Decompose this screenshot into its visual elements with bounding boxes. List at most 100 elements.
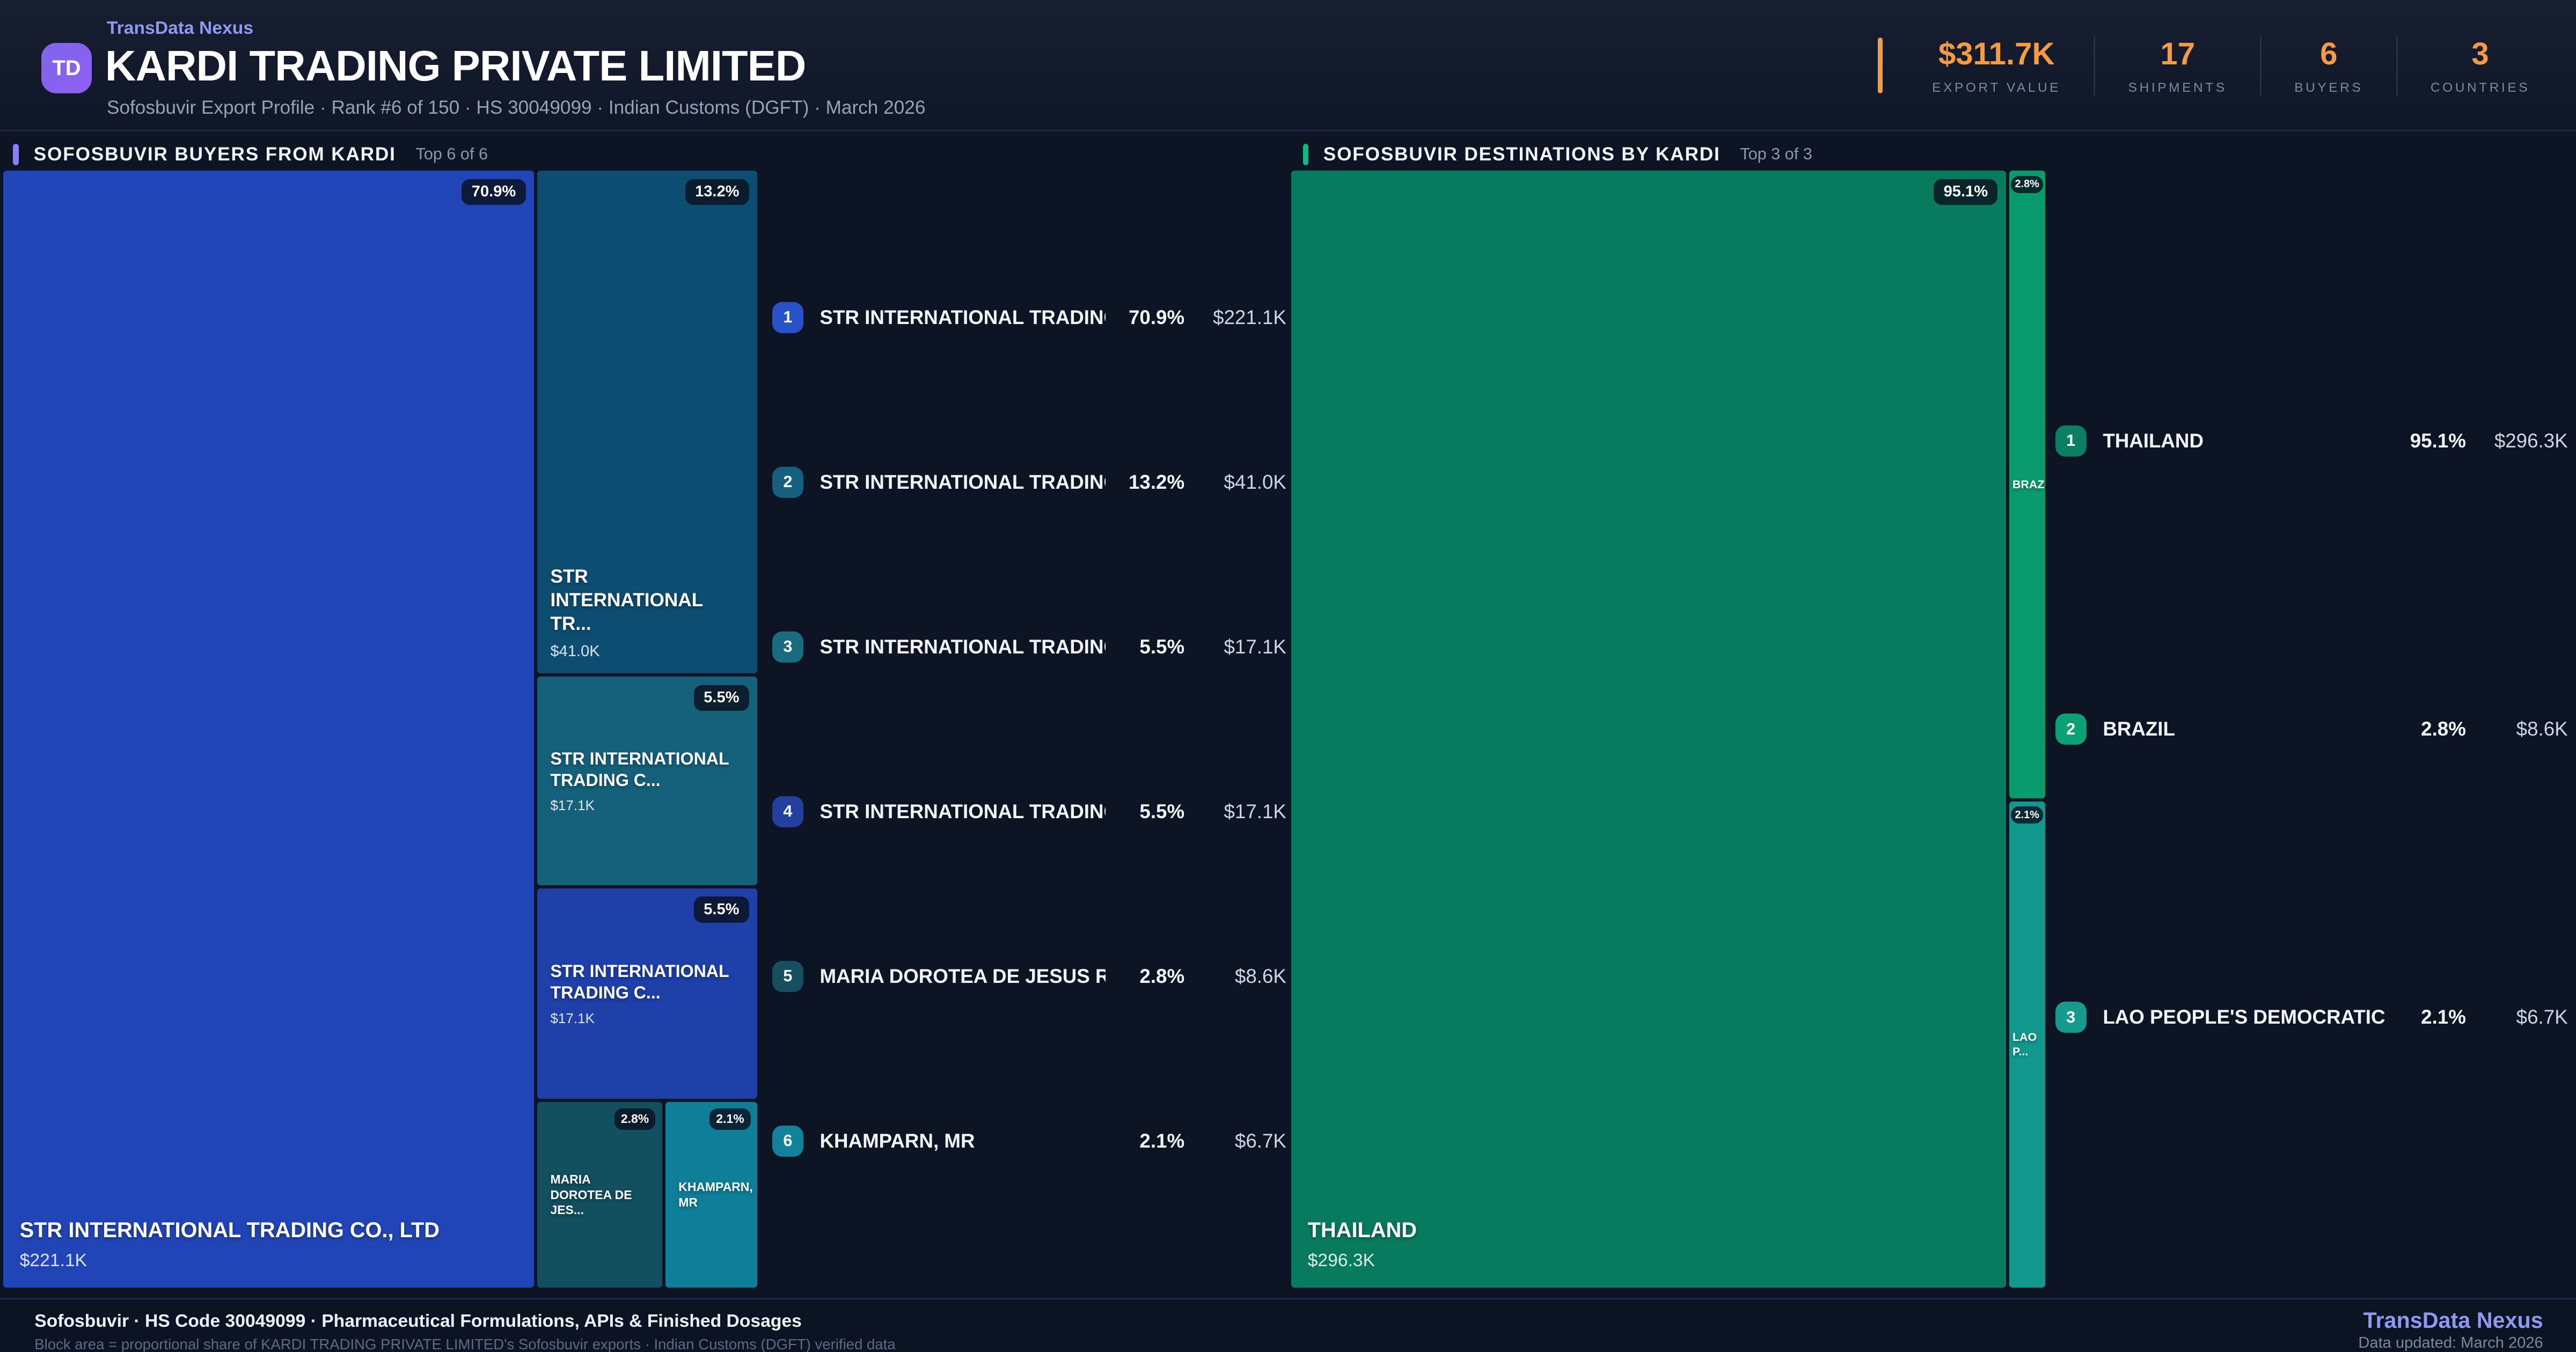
list-item[interactable]: 1 STR INTERNATIONAL TRADING ... 70.9% $2… [772, 299, 1286, 335]
footer-updated: Data updated: March 2026 [2358, 1334, 2543, 1351]
kpi-buyers: 6 BUYERS [2259, 36, 2396, 95]
list-name: STR INTERNATIONAL TRADING ... [819, 800, 1106, 822]
kpi-value: $311.7K [1938, 36, 2055, 72]
list-percent: 2.8% [1139, 965, 1185, 987]
percent-badge: 5.5% [693, 685, 749, 711]
kpi-countries: 3 COUNTRIES [2396, 36, 2563, 95]
list-value: $8.6K [2516, 718, 2568, 740]
list-item[interactable]: 4 STR INTERNATIONAL TRADING ... 5.5% $17… [772, 793, 1286, 829]
panel-accent-bar [1302, 143, 1309, 165]
list-item[interactable]: 6 KHAMPARN, MR 2.1% $6.7K [772, 1123, 1286, 1159]
list-name: LAO PEOPLE'S DEMOCRATIC REPUBLIC [2103, 1006, 2387, 1028]
destinations-treemap: 95.1% THAILAND $296.3K 2.8% BRAZIL 2.1% … [1291, 171, 2046, 1288]
buyers-treemap: 70.9% STR INTERNATIONAL TRADING CO., LTD… [3, 171, 758, 1288]
panel-note: Top 3 of 3 [1740, 145, 1812, 164]
rank-badge: 2 [2055, 714, 2087, 745]
list-name: MARIA DOROTEA DE JESUS RIB... [819, 965, 1106, 987]
block-name: LAO P... [2012, 1031, 2037, 1058]
treemap-block-buyer-2[interactable]: 13.2% STR INTERNATIONAL TR... $41.0K [537, 171, 758, 674]
kpi-shipments: 17 SHIPMENTS [2094, 36, 2260, 95]
panel-note: Top 6 of 6 [415, 145, 488, 164]
destinations-panel-header: SOFOSBUVIR DESTINATIONS BY KARDI Top 3 o… [1302, 141, 1812, 167]
destinations-list: 1 THAILAND 95.1% $296.3K 2 BRAZIL 2.8% $… [2055, 171, 2568, 1288]
list-item[interactable]: 2 STR INTERNATIONAL TRADING ... 13.2% $4… [772, 464, 1286, 500]
rank-badge: 3 [2055, 1002, 2087, 1033]
kpi-label: EXPORT VALUE [1932, 80, 2061, 95]
kpi-value: 6 [2320, 36, 2338, 72]
treemap-block-destination-3[interactable]: 2.1% LAO P... [2009, 801, 2046, 1288]
list-percent: 5.5% [1139, 800, 1185, 822]
kpi-strip: $311.7K EXPORT VALUE 17 SHIPMENTS 6 BUYE… [1878, 0, 2563, 131]
footer-methodology-note: Block area = proportional share of KARDI… [34, 1335, 896, 1352]
kpi-label: SHIPMENTS [2128, 80, 2227, 95]
block-name: BRAZIL [2012, 477, 2045, 491]
header: TD TransData Nexus KARDI TRADING PRIVATE… [0, 0, 2576, 131]
percent-badge: 2.1% [709, 1108, 751, 1130]
list-value: $17.1K [1224, 800, 1286, 822]
list-item[interactable]: 5 MARIA DOROTEA DE JESUS RIB... 2.8% $8.… [772, 958, 1286, 994]
footer: Sofosbuvir · HS Code 30049099 · Pharmace… [0, 1298, 2576, 1352]
list-item[interactable]: 3 STR INTERNATIONAL TRADING ... 5.5% $17… [772, 629, 1286, 665]
brand-name: TransData Nexus [106, 18, 254, 38]
list-percent: 95.1% [2410, 429, 2466, 452]
kpi-label: BUYERS [2294, 80, 2363, 95]
list-item[interactable]: 1 THAILAND 95.1% $296.3K [2055, 423, 2568, 459]
app-logo: TD [41, 42, 92, 94]
list-name: BRAZIL [2103, 718, 2175, 740]
footer-brand: TransData Nexus [2363, 1307, 2543, 1333]
percent-badge: 2.8% [614, 1108, 656, 1130]
block-name: STR INTERNATIONAL TRADING CO., LTD [19, 1218, 440, 1243]
percent-badge: 2.1% [2010, 806, 2044, 824]
percent-badge: 70.9% [462, 179, 526, 205]
list-value: $6.7K [2516, 1006, 2568, 1028]
block-name: THAILAND [1307, 1218, 1417, 1243]
percent-badge: 2.8% [2010, 175, 2044, 193]
buyers-panel-header: SOFOSBUVIR BUYERS FROM KARDI Top 6 of 6 [13, 141, 488, 167]
list-value: $6.7K [1234, 1129, 1286, 1152]
block-value: $17.1K [550, 1010, 595, 1026]
treemap-block-buyer-5[interactable]: 2.8% MARIA DOROTEA DE JES... [537, 1102, 662, 1288]
list-percent: 5.5% [1139, 635, 1185, 658]
rank-badge: 5 [772, 960, 803, 992]
list-percent: 70.9% [1128, 306, 1185, 328]
block-name: KHAMPARN, MR [678, 1180, 753, 1209]
block-value: $221.1K [19, 1251, 87, 1271]
kpi-value: 17 [2160, 36, 2196, 72]
block-value: $296.3K [1307, 1251, 1375, 1271]
kpi-value: 3 [2471, 36, 2489, 72]
list-name: STR INTERNATIONAL TRADING ... [819, 635, 1106, 658]
treemap-block-buyer-6[interactable]: 2.1% KHAMPARN, MR [665, 1102, 758, 1288]
rank-badge: 1 [772, 302, 803, 333]
treemap-block-buyer-3[interactable]: 5.5% STR INTERNATIONAL TRADING C... $17.… [537, 677, 758, 885]
block-name: STR INTERNATIONAL TR... [550, 566, 703, 635]
list-percent: 13.2% [1128, 471, 1185, 493]
page-title: KARDI TRADING PRIVATE LIMITED [105, 41, 806, 90]
block-name: STR INTERNATIONAL TRADING C... [550, 748, 729, 790]
page-subtitle: Sofosbuvir Export Profile · Rank #6 of 1… [106, 97, 926, 118]
treemap-block-buyer-1[interactable]: 70.9% STR INTERNATIONAL TRADING CO., LTD… [3, 171, 534, 1288]
block-value: $17.1K [550, 797, 595, 814]
list-item[interactable]: 3 LAO PEOPLE'S DEMOCRATIC REPUBLIC 2.1% … [2055, 1000, 2568, 1035]
panel-title: SOFOSBUVIR DESTINATIONS BY KARDI [1323, 143, 1721, 165]
block-name: STR INTERNATIONAL TRADING C... [550, 961, 729, 1003]
treemap-block-destination-1[interactable]: 95.1% THAILAND $296.3K [1291, 171, 2006, 1288]
list-value: $296.3K [2494, 429, 2568, 452]
buyers-list: 1 STR INTERNATIONAL TRADING ... 70.9% $2… [772, 171, 1286, 1288]
list-value: $221.1K [1213, 306, 1286, 328]
rank-badge: 1 [2055, 425, 2087, 457]
list-name: STR INTERNATIONAL TRADING ... [819, 471, 1106, 493]
rank-badge: 4 [772, 796, 803, 827]
list-item[interactable]: 2 BRAZIL 2.8% $8.6K [2055, 711, 2568, 747]
list-value: $17.1K [1224, 635, 1286, 658]
kpi-accent-bar [1878, 38, 1883, 94]
rank-badge: 2 [772, 466, 803, 498]
list-value: $8.6K [1234, 965, 1286, 987]
panel-title: SOFOSBUVIR BUYERS FROM KARDI [33, 143, 396, 165]
percent-badge: 95.1% [1934, 179, 1998, 205]
treemap-block-destination-2[interactable]: 2.8% BRAZIL [2009, 171, 2046, 798]
list-name: STR INTERNATIONAL TRADING ... [819, 306, 1106, 328]
treemap-block-buyer-4[interactable]: 5.5% STR INTERNATIONAL TRADING C... $17.… [537, 888, 758, 1099]
kpi-export-value: $311.7K EXPORT VALUE [1899, 36, 2094, 95]
list-name: KHAMPARN, MR [819, 1129, 975, 1152]
list-percent: 2.8% [2421, 718, 2466, 740]
